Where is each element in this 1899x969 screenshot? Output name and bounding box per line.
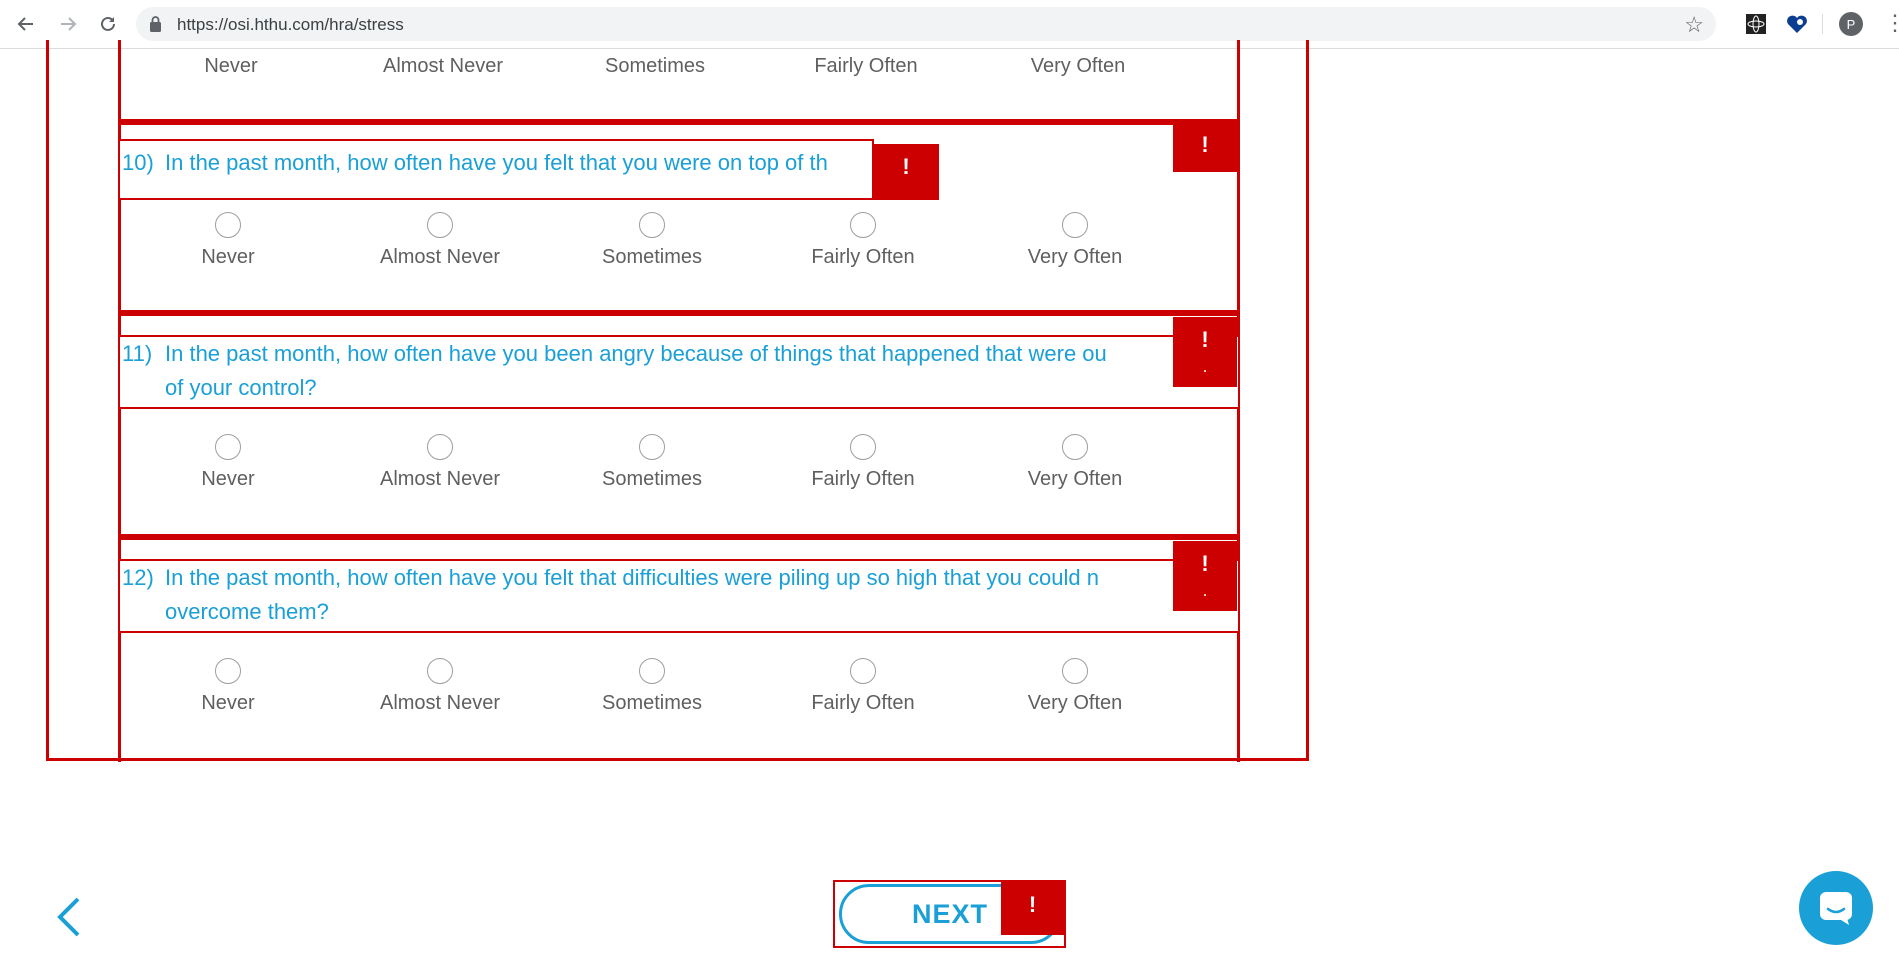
chat-icon: [1820, 892, 1852, 925]
profile-avatar[interactable]: P: [1839, 12, 1863, 36]
question-10-options: Never Almost Never Sometimes Fairly Ofte…: [118, 125, 1240, 325]
radio-fairly-often[interactable]: [850, 434, 876, 460]
option-sometimes[interactable]: Sometimes: [565, 47, 745, 78]
radio-never[interactable]: [215, 658, 241, 684]
option-fairly-often[interactable]: Fairly Often: [773, 212, 953, 269]
option-fairly-often[interactable]: Fairly Often: [773, 658, 953, 715]
forward-arrow-icon[interactable]: [56, 12, 80, 36]
next-button-label: NEXT: [911, 898, 988, 929]
next-button-frame: NEXT !: [833, 880, 1066, 948]
extension-atom-icon[interactable]: [1745, 13, 1767, 35]
option-very-often[interactable]: Very Often: [985, 658, 1165, 715]
option-almost-never[interactable]: Almost Never: [350, 658, 530, 715]
option-almost-never[interactable]: Almost Never: [350, 434, 530, 491]
radio-fairly-often[interactable]: [850, 212, 876, 238]
url-text[interactable]: https://osi.hthu.com/hra/stress: [177, 15, 404, 35]
option-never[interactable]: Never: [138, 434, 318, 491]
next-warning-badge: !: [1001, 882, 1064, 935]
back-arrow-icon[interactable]: [14, 12, 38, 36]
radio-fairly-often[interactable]: [850, 658, 876, 684]
chevron-left-icon: [57, 897, 80, 937]
option-never[interactable]: Never: [138, 212, 318, 269]
option-very-often[interactable]: Very Often: [985, 212, 1165, 269]
option-sometimes[interactable]: Sometimes: [562, 658, 742, 715]
question-11-options: Never Almost Never Sometimes Fairly Ofte…: [118, 316, 1240, 516]
option-never[interactable]: Never: [138, 658, 318, 715]
radio-almost-never[interactable]: [427, 658, 453, 684]
option-very-often[interactable]: Very Often: [988, 47, 1168, 78]
option-sometimes[interactable]: Sometimes: [562, 212, 742, 269]
reload-icon[interactable]: [96, 12, 120, 36]
bookmark-star-icon[interactable]: ☆: [1684, 12, 1704, 38]
chat-launcher-button[interactable]: [1799, 871, 1873, 945]
extension-heart-icon[interactable]: [1786, 13, 1808, 35]
option-fairly-often[interactable]: Fairly Often: [773, 434, 953, 491]
radio-very-often[interactable]: [1062, 212, 1088, 238]
toolbar-divider: [1822, 14, 1823, 34]
radio-almost-never[interactable]: [427, 212, 453, 238]
radio-very-often[interactable]: [1062, 434, 1088, 460]
question-12-options: Never Almost Never Sometimes Fairly Ofte…: [118, 540, 1240, 740]
radio-never[interactable]: [215, 212, 241, 238]
option-almost-never[interactable]: Almost Never: [350, 212, 530, 269]
previous-page-button[interactable]: [50, 893, 86, 941]
radio-almost-never[interactable]: [427, 434, 453, 460]
radio-very-often[interactable]: [1062, 658, 1088, 684]
radio-never[interactable]: [215, 434, 241, 460]
radio-sometimes[interactable]: [639, 658, 665, 684]
option-almost-never[interactable]: Almost Never: [353, 47, 533, 78]
browser-menu-icon[interactable]: ⋮: [1884, 10, 1899, 36]
option-very-often[interactable]: Very Often: [985, 434, 1165, 491]
option-fairly-often[interactable]: Fairly Often: [776, 47, 956, 78]
radio-sometimes[interactable]: [639, 212, 665, 238]
question-9-options: Never Almost Never Sometimes Fairly Ofte…: [118, 40, 1240, 120]
option-never[interactable]: Never: [141, 47, 321, 78]
lock-icon: [150, 16, 161, 32]
address-bar[interactable]: https://osi.hthu.com/hra/stress ☆: [136, 7, 1716, 41]
option-sometimes[interactable]: Sometimes: [562, 434, 742, 491]
radio-sometimes[interactable]: [639, 434, 665, 460]
